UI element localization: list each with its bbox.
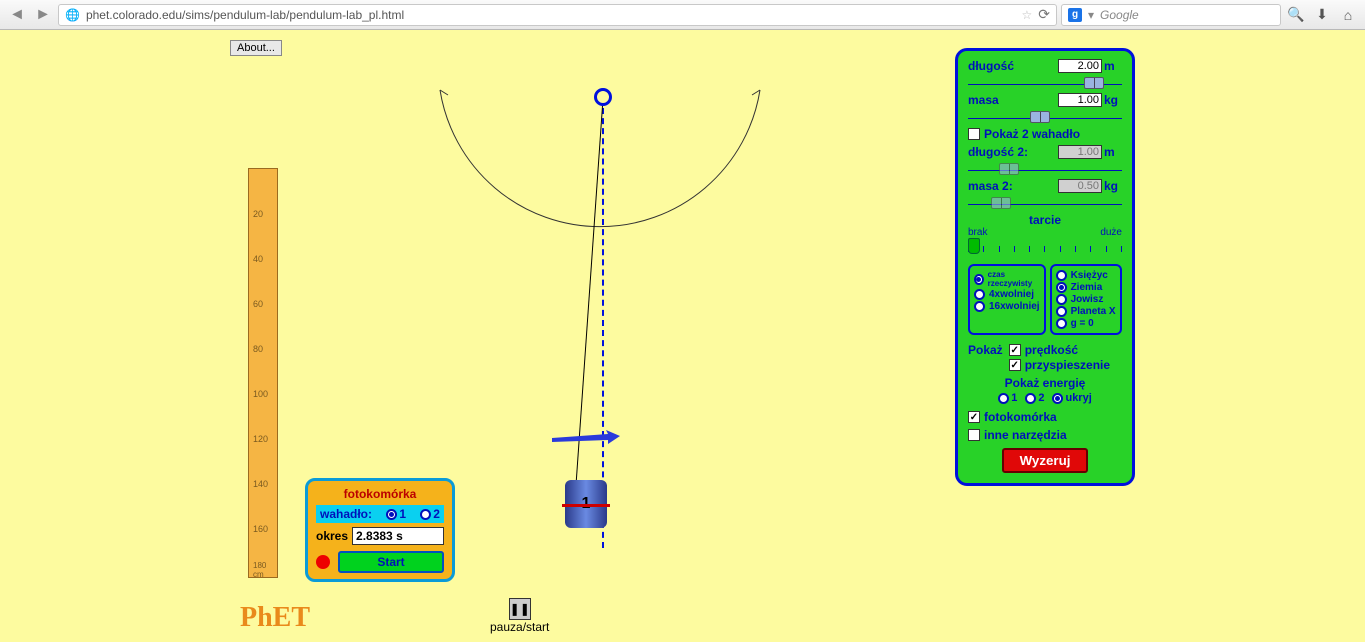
mass-label: masa [968, 93, 999, 107]
globe-icon: 🌐 [65, 8, 80, 22]
ruler-mark: 80 [253, 344, 263, 354]
mass2-label: masa 2: [968, 179, 1013, 193]
speed-16x-radio[interactable]: 16xwolniej [974, 301, 1040, 312]
ruler-mark: 100 [253, 389, 268, 399]
friction-slider[interactable] [968, 238, 1122, 258]
mass2-slider [968, 195, 1122, 205]
reset-button[interactable]: Wyzeruj [1002, 448, 1089, 473]
refresh-icon[interactable]: ⟳ [1038, 6, 1050, 23]
velocity-checkbox[interactable]: prędkość [1009, 343, 1110, 357]
mass-slider[interactable] [968, 109, 1122, 119]
photogate-panel: fotokomórka wahadło: 1 2 okres 2.8383 s … [305, 478, 455, 582]
length2-input [1058, 145, 1102, 159]
record-icon [316, 555, 330, 569]
body-earth-radio[interactable]: Ziemia [1056, 282, 1116, 293]
search-button[interactable]: 🔍 [1285, 4, 1307, 26]
energy-2-radio[interactable]: 2 [1025, 392, 1044, 404]
pivot-point [594, 88, 612, 106]
body-g0-radio[interactable]: g = 0 [1056, 318, 1116, 329]
ruler-mark: 40 [253, 254, 263, 264]
ruler-mark: 60 [253, 299, 263, 309]
photogate-checkbox[interactable]: fotokomórka [968, 410, 1122, 424]
photogate-title: fotokomórka [316, 487, 444, 501]
photogate-pendulum-select: wahadło: 1 2 [316, 505, 444, 523]
energy-1-radio[interactable]: 1 [998, 392, 1017, 404]
period-label: okres [316, 529, 348, 543]
about-button[interactable]: About... [230, 40, 282, 56]
show-label: Pokaż [968, 343, 1003, 357]
home-button[interactable]: ⌂ [1337, 4, 1359, 26]
bookmark-icon[interactable]: ☆ [1022, 8, 1033, 22]
length-slider[interactable] [968, 75, 1122, 85]
pendulum-area: 1 [410, 60, 790, 540]
pause-button[interactable]: ❚❚ [509, 598, 531, 620]
length-label: długość [968, 59, 1014, 73]
start-button[interactable]: Start [338, 551, 444, 573]
period-value: 2.8383 s [352, 527, 444, 545]
energy-hide-radio[interactable]: ukryj [1052, 392, 1091, 404]
pendulum-bob[interactable]: 1 [565, 480, 607, 528]
speed-panel: czas rzeczywisty 4xwolniej 16xwolniej [968, 264, 1046, 335]
url-bar[interactable]: 🌐 phet.colorado.edu/sims/pendulum-lab/pe… [58, 4, 1057, 26]
ruler-mark: 160 [253, 524, 268, 534]
speed-realtime-radio[interactable]: czas rzeczywisty [974, 270, 1040, 288]
ruler-mark: 120 [253, 434, 268, 444]
mass2-input [1058, 179, 1102, 193]
body-panel: Księżyc Ziemia Jowisz Planeta X g = 0 [1050, 264, 1122, 335]
url-text: phet.colorado.edu/sims/pendulum-lab/pend… [86, 8, 1016, 22]
search-placeholder: Google [1100, 8, 1139, 22]
length2-slider [968, 161, 1122, 171]
photogate-radio-1[interactable]: 1 [386, 507, 406, 521]
forward-button[interactable]: ► [32, 4, 54, 26]
velocity-arrow-icon [550, 430, 620, 446]
search-bar[interactable]: g ▾ Google [1061, 4, 1281, 26]
body-jupiter-radio[interactable]: Jowisz [1056, 294, 1116, 305]
google-icon: g [1068, 8, 1082, 22]
phet-logo: PhET [240, 602, 310, 634]
control-panel: długość m masa kg Pokaż 2 wahadło długoś… [955, 48, 1135, 486]
pause-start-control: ❚❚ pauza/start [490, 598, 549, 634]
length-input[interactable] [1058, 59, 1102, 73]
ruler-mark: 20 [253, 209, 263, 219]
energy-label: Pokaż energię [968, 376, 1122, 390]
body-moon-radio[interactable]: Księżyc [1056, 270, 1116, 281]
other-tools-checkbox[interactable]: inne narzędzia [968, 428, 1122, 442]
ruler-mark: 140 [253, 479, 268, 489]
ruler[interactable]: 20 40 60 80 100 120 140 160 180 cm [248, 168, 278, 578]
accel-checkbox[interactable]: przyspieszenie [1009, 358, 1110, 372]
friction-label: tarcie [968, 213, 1122, 227]
download-button[interactable]: ⬇ [1311, 4, 1333, 26]
photogate-radio-2[interactable]: 2 [420, 507, 440, 521]
ruler-mark: 180 cm [253, 561, 277, 579]
show-pendulum-2-checkbox[interactable]: Pokaż 2 wahadło [968, 127, 1122, 141]
speed-4x-radio[interactable]: 4xwolniej [974, 289, 1040, 300]
pause-label: pauza/start [490, 620, 549, 634]
back-button[interactable]: ◄ [6, 4, 28, 26]
body-planetx-radio[interactable]: Planeta X [1056, 306, 1116, 317]
mass-input[interactable] [1058, 93, 1102, 107]
length2-label: długość 2: [968, 145, 1028, 159]
